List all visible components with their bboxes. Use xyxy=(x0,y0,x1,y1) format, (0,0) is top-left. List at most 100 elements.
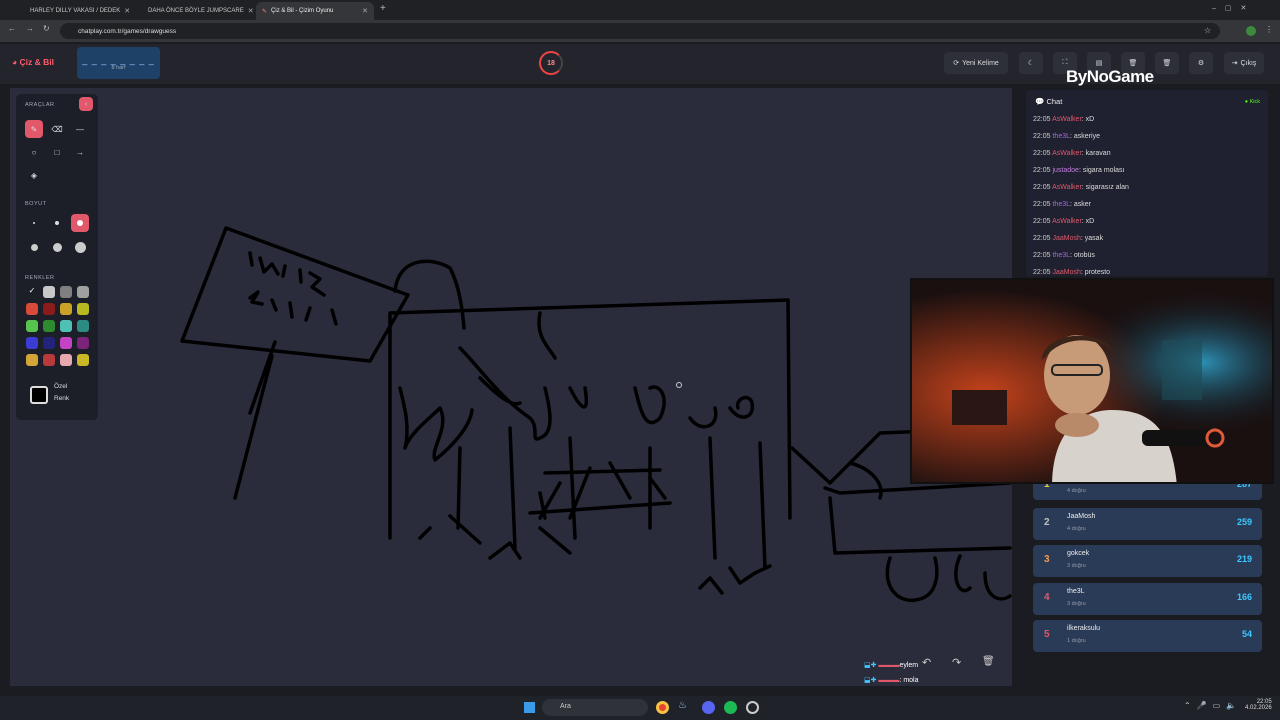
arrow-tool[interactable]: → xyxy=(71,143,89,161)
settings-button[interactable]: ⚙ xyxy=(1189,52,1213,74)
message-user[interactable]: AsWalker xyxy=(1052,184,1082,191)
url-input[interactable]: chatplay.com.tr/games/drawguess xyxy=(60,23,1220,39)
player-points: 259 xyxy=(1236,516,1252,527)
browser-tab[interactable]: DAHA ÖNCE BÖYLE JUMPSCARE ✕ xyxy=(138,2,254,20)
color-swatch[interactable] xyxy=(77,337,89,349)
chrome-icon[interactable] xyxy=(656,701,669,714)
color-swatch[interactable] xyxy=(77,303,89,315)
color-swatch[interactable] xyxy=(77,286,89,298)
delete-button[interactable]: 🗑 xyxy=(1155,52,1179,74)
back-icon[interactable]: ← xyxy=(8,24,16,33)
color-swatch[interactable] xyxy=(60,303,72,315)
message-user[interactable]: the3L xyxy=(1052,252,1070,259)
forward-icon[interactable]: → xyxy=(26,24,34,33)
drawing-canvas[interactable] xyxy=(10,88,1012,686)
reload-icon[interactable]: ↻ xyxy=(43,24,50,33)
message-user[interactable]: the3L xyxy=(1052,201,1070,208)
platform-badge: ● Kick xyxy=(1244,99,1260,105)
new-tab-button[interactable]: + xyxy=(380,3,386,14)
color-swatch[interactable] xyxy=(43,320,55,332)
color-swatch[interactable] xyxy=(26,337,38,349)
system-tray-icons[interactable]: ⌃🎤▭🔈 xyxy=(1184,701,1242,710)
size-xl[interactable] xyxy=(48,238,66,256)
color-swatch[interactable] xyxy=(60,354,72,366)
close-icon[interactable]: ✕ xyxy=(124,7,130,15)
message-user[interactable]: justadoe xyxy=(1052,167,1078,174)
profile-avatar[interactable] xyxy=(1246,26,1256,36)
color-swatch[interactable]: ✓ xyxy=(26,286,38,298)
overlay-chat-line: ⬓✚ ▬▬▬: mola xyxy=(864,677,919,684)
fill-tool[interactable]: ◈ xyxy=(25,166,43,184)
canvas-trash-icon[interactable]: 🗑 xyxy=(982,656,995,667)
obs-icon[interactable] xyxy=(746,701,759,714)
message-user[interactable]: AsWalker xyxy=(1052,150,1082,157)
color-swatch[interactable] xyxy=(26,303,38,315)
menu-icon[interactable]: ⋮ xyxy=(1265,25,1273,34)
message-user[interactable]: AsWalker xyxy=(1052,218,1082,225)
pencil-tool[interactable]: ✎ xyxy=(25,120,43,138)
rectangle-tool[interactable]: □ xyxy=(48,143,66,161)
chat-panel: 💬 Chat ● Kick 22:05 AsWalker: xD 22:05 th… xyxy=(1026,90,1268,276)
bookmark-star-icon[interactable]: ☆ xyxy=(1204,26,1211,35)
round-timer: 18 xyxy=(539,51,563,75)
close-icon[interactable]: ✕ xyxy=(362,7,368,15)
player-correct-count: 4 doğru xyxy=(1067,488,1086,494)
message-user[interactable]: AsWalker xyxy=(1052,116,1082,123)
taskbar-search[interactable]: Ara xyxy=(542,699,648,716)
size-l[interactable] xyxy=(25,238,43,256)
color-swatch[interactable] xyxy=(60,337,72,349)
spotify-icon[interactable] xyxy=(724,701,737,714)
message-time: 22:05 xyxy=(1033,167,1051,174)
message-text: : otobüs xyxy=(1070,252,1095,259)
exit-button[interactable]: ⇥ Çıkış xyxy=(1224,52,1264,74)
player-rank: 3 xyxy=(1044,554,1050,565)
collapse-panel-button[interactable]: ‹ xyxy=(79,97,93,111)
size-xxl[interactable] xyxy=(71,238,89,256)
theme-toggle-button[interactable]: ☾ xyxy=(1019,52,1043,74)
color-swatch[interactable] xyxy=(43,337,55,349)
line-tool[interactable]: — xyxy=(71,120,89,138)
app-logo[interactable]: ◕ Çiz & Bil xyxy=(12,57,54,67)
color-swatch[interactable] xyxy=(60,320,72,332)
fullscreen-icon: ⛶ xyxy=(1062,59,1068,66)
leaderboard-row: 4 the3L 3 doğru 166 xyxy=(1033,582,1262,615)
color-swatch[interactable] xyxy=(60,286,72,298)
clock[interactable]: 22:05 4.02.2026 xyxy=(1245,699,1272,711)
circle-tool[interactable]: ○ xyxy=(25,143,43,161)
moon-icon: ☾ xyxy=(1027,60,1035,67)
undo-icon[interactable]: ↶ xyxy=(922,656,931,669)
window-controls[interactable]: –▢✕ xyxy=(1212,4,1255,12)
color-swatch[interactable] xyxy=(77,320,89,332)
player-correct-count: 3 doğru xyxy=(1067,600,1086,607)
arrow-icon: → xyxy=(76,147,84,157)
color-swatch[interactable] xyxy=(26,320,38,332)
eraser-tool[interactable]: ⌫ xyxy=(48,120,66,138)
close-icon[interactable]: ✕ xyxy=(248,7,254,15)
size-xs[interactable] xyxy=(25,214,43,232)
redo-icon[interactable]: ↷ xyxy=(952,656,961,669)
windows-start-icon[interactable] xyxy=(524,702,535,713)
custom-color-button[interactable] xyxy=(30,386,48,404)
size-m[interactable] xyxy=(71,214,89,232)
player-name: JaaMosh xyxy=(1067,512,1096,520)
size-s[interactable] xyxy=(48,214,66,232)
message-user[interactable]: JaaMosh xyxy=(1052,235,1080,242)
chat-message: 22:05 AsWalker: sigarasız alan xyxy=(1033,184,1129,191)
letter-count: 8 harf xyxy=(111,65,126,71)
message-user[interactable]: the3L xyxy=(1052,133,1070,140)
discord-icon[interactable] xyxy=(702,701,715,714)
steam-icon[interactable]: ♨ xyxy=(678,700,687,711)
color-swatch[interactable] xyxy=(26,354,38,366)
browser-tab[interactable]: HARLEY DILLY VAKASI / DEDEK ✕ xyxy=(20,2,136,20)
new-word-button[interactable]: ⟳ Yeni Kelime xyxy=(944,52,1008,74)
tools-title: ARAÇLAR xyxy=(25,102,55,108)
message-time: 22:05 xyxy=(1033,252,1051,259)
badge-icon: ⬓✚ xyxy=(864,677,877,684)
color-swatch[interactable] xyxy=(43,303,55,315)
browser-tab-active[interactable]: ✎ Çiz & Bil - Çizim Oyunu ✕ xyxy=(256,2,374,20)
message-user[interactable]: JaaMosh xyxy=(1052,269,1080,276)
color-swatch[interactable] xyxy=(43,354,55,366)
color-swatch[interactable] xyxy=(77,354,89,366)
paint-bucket-icon: ◈ xyxy=(30,170,38,180)
color-swatch[interactable] xyxy=(43,286,55,298)
